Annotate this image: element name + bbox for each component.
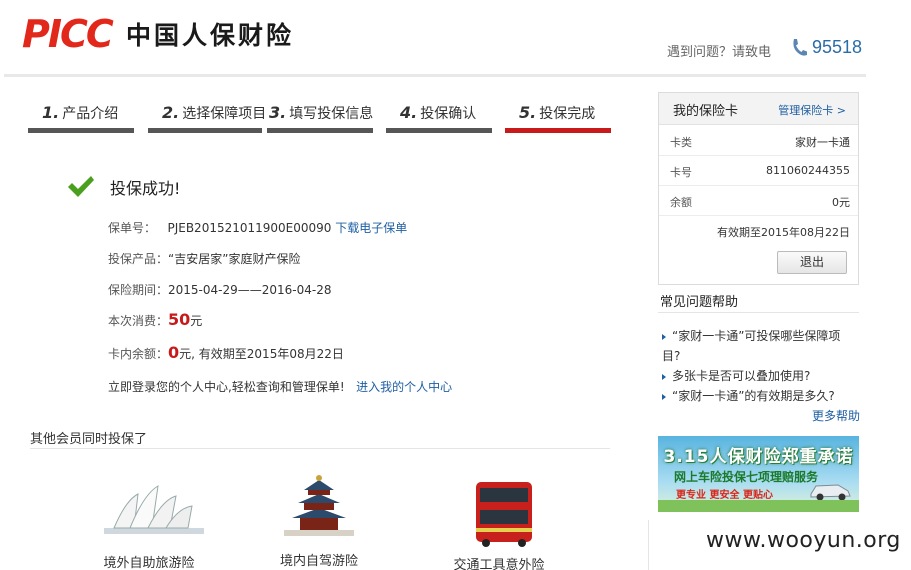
- step-number: 2.: [162, 103, 180, 122]
- promo-banner[interactable]: 3.15人保财险郑重承诺 网上车险投保七项理赔服务 更专业 更安全 更贴心: [658, 436, 859, 512]
- login-row: 立即登录您的个人中心,轻松查询和管理保单! 进入我的个人中心: [108, 378, 452, 395]
- progress-steps: 1. 产品介绍 2. 选择保障项目 3. 填写投保信息 4. 投保确认 5. 投保完成: [28, 100, 613, 134]
- others-title: 其他会员同时投保了: [30, 432, 148, 447]
- product-card-transport-accident[interactable]: 交通工具意外险: [424, 470, 574, 570]
- success-title: 投保成功!: [110, 179, 181, 198]
- card-number-label: 卡号: [670, 166, 692, 179]
- period-row: 保险期间：2015-04-29——2016-04-28: [108, 281, 332, 298]
- card-header: 我的保险卡 管理保险卡 >: [659, 93, 858, 125]
- faq-item-text: “家财一卡通”可投保哪些保障项目?: [662, 329, 841, 363]
- step-bar: [505, 128, 611, 133]
- car-icon: [810, 484, 851, 501]
- header-divider: [4, 74, 866, 77]
- policy-label: 保单号：: [108, 221, 157, 235]
- hotline-number: 95518: [812, 37, 863, 57]
- product-row: 投保产品：“吉安居家”家庭财产保险: [108, 250, 300, 267]
- card-number-value: 811060244355: [766, 164, 850, 177]
- period-value: 2015-04-29——2016-04-28: [168, 283, 332, 297]
- step-label: 产品介绍: [62, 106, 119, 122]
- step-number: 4.: [400, 103, 418, 122]
- step-1: 1. 产品介绍: [28, 100, 134, 133]
- opera-house-icon: [104, 485, 204, 534]
- card-type-value: 家财一卡通: [795, 136, 850, 149]
- faq-title: 常见问题帮助: [660, 295, 739, 310]
- product-label: 境外自助旅游险: [103, 556, 195, 570]
- step-bar: [386, 128, 492, 133]
- others-divider: [30, 448, 610, 449]
- more-help-link[interactable]: 更多帮助: [812, 407, 860, 424]
- product-card-domestic-drive[interactable]: 境内自驾游险: [244, 470, 394, 570]
- card-balance-label: 余额: [670, 196, 692, 209]
- manage-card-link[interactable]: 管理保险卡 >: [778, 102, 846, 118]
- step-label: 投保确认: [420, 106, 477, 122]
- company-name: 中国人保财险: [126, 21, 295, 50]
- spend-amount: 50: [168, 310, 191, 329]
- policy-number-row: 保单号： PJEB201521011900E00090 下载电子保单: [108, 219, 407, 236]
- bus-icon: [476, 482, 532, 547]
- card-expiry: 有效期至2015年08月22日: [717, 226, 850, 239]
- step-bar: [267, 128, 373, 133]
- banner-title: 3.15人保财险郑重承诺: [663, 447, 854, 467]
- step-label: 投保完成: [539, 106, 596, 122]
- spend-row: 本次消费：50元: [108, 310, 202, 329]
- card-row-balance: 余额 0元: [659, 186, 858, 216]
- card-balance-value: 0元: [832, 196, 850, 209]
- page-header: PICC 中国人保财险 遇到问题？请致电 95518: [0, 0, 911, 78]
- spend-label: 本次消费：: [108, 314, 169, 328]
- period-label: 保险期间：: [108, 283, 169, 297]
- spend-unit: 元: [190, 314, 203, 328]
- bullet-icon: [662, 393, 666, 400]
- step-bar: [148, 128, 262, 133]
- step-number: 3.: [269, 103, 287, 122]
- column-divider: [648, 520, 649, 570]
- banner-ground: [658, 500, 859, 512]
- step-number: 1.: [42, 103, 60, 122]
- phone-icon: [793, 39, 807, 56]
- faq-item-text: “家财一卡通”的有效期是多久?: [672, 389, 835, 403]
- watermark: www.wooyun.org: [706, 528, 901, 553]
- product-card-overseas-travel[interactable]: 境外自助旅游险: [74, 470, 224, 570]
- faq-item[interactable]: “家财一卡通”可投保哪些保障项目?: [662, 326, 852, 366]
- bullet-icon: [662, 373, 666, 380]
- step-number: 5.: [519, 103, 537, 122]
- check-icon: [68, 176, 94, 197]
- step-3: 3. 填写投保信息: [267, 100, 373, 133]
- balance-amount: 0: [168, 343, 180, 362]
- my-insurance-card-panel: 我的保险卡 管理保险卡 > 卡类 家财一卡通 卡号 811060244355 余…: [658, 92, 859, 285]
- step-4: 4. 投保确认: [386, 100, 492, 133]
- card-type-label: 卡类: [670, 136, 692, 149]
- product-label: 境内自驾游险: [279, 554, 358, 569]
- balance-suffix: 元, 有效期至2015年08月22日: [179, 347, 344, 361]
- step-bar: [28, 128, 134, 133]
- personal-center-link[interactable]: 进入我的个人中心: [356, 380, 452, 394]
- card-row-number: 卡号 811060244355: [659, 156, 858, 186]
- login-text: 立即登录您的个人中心,轻松查询和管理保单!: [108, 380, 345, 394]
- download-policy-link[interactable]: 下载电子保单: [335, 221, 407, 235]
- balance-row: 卡内余额：0元, 有效期至2015年08月22日: [108, 343, 344, 362]
- product-label: 交通工具意外险: [453, 558, 545, 570]
- product-label: 投保产品：: [108, 252, 169, 266]
- balance-label: 卡内余额：: [108, 347, 169, 361]
- faq-item[interactable]: 多张卡是否可以叠加使用?: [662, 366, 852, 386]
- logout-button[interactable]: 退出: [777, 251, 847, 274]
- step-2: 2. 选择保障项目: [148, 100, 266, 133]
- temple-of-heaven-icon: [284, 475, 354, 536]
- faq-item-text: 多张卡是否可以叠加使用?: [672, 369, 811, 383]
- step-label: 填写投保信息: [289, 106, 374, 122]
- faq-item[interactable]: “家财一卡通”的有效期是多久?: [662, 386, 852, 406]
- picc-logo[interactable]: PICC: [22, 14, 114, 54]
- step-5: 5. 投保完成: [505, 100, 611, 133]
- faq-divider: [658, 312, 859, 313]
- product-name: “吉安居家”家庭财产保险: [168, 252, 301, 266]
- step-label: 选择保障项目: [182, 106, 267, 122]
- card-title: 我的保险卡: [673, 104, 739, 119]
- card-row-type: 卡类 家财一卡通: [659, 126, 858, 156]
- help-text: 遇到问题？请致电: [667, 45, 772, 60]
- policy-number: PJEB201521011900E00090: [167, 221, 332, 235]
- banner-tagline: 更专业 更安全 更贴心: [676, 490, 773, 501]
- banner-subtitle: 网上车险投保七项理赔服务: [674, 470, 819, 484]
- bullet-icon: [662, 333, 666, 340]
